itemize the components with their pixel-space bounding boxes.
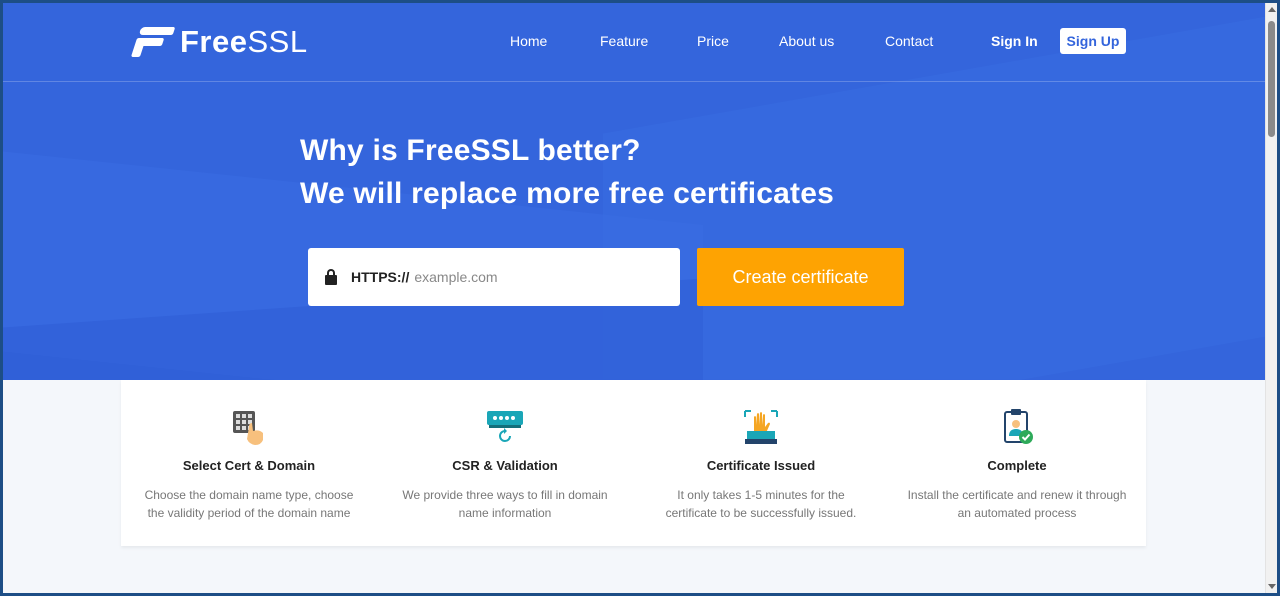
- logo-mark-icon: [130, 27, 176, 57]
- sign-in-link[interactable]: Sign In: [991, 33, 1038, 49]
- nav-item-feature[interactable]: Feature: [600, 33, 648, 49]
- hero-line-2: We will replace more free certificates: [300, 177, 834, 210]
- step-description: We provide three ways to fill in domain …: [402, 488, 608, 520]
- hero-section: FreeSSL Home Feature Price About us Cont…: [3, 3, 1265, 380]
- browser-viewport: FreeSSL Home Feature Price About us Cont…: [3, 3, 1277, 593]
- hero-headline: Why is FreeSSL better? We will replace m…: [300, 129, 834, 215]
- step-description: Install the certificate and renew it thr…: [907, 488, 1127, 520]
- nav-item-home[interactable]: Home: [510, 33, 547, 49]
- https-prefix-label: HTTPS://: [351, 269, 410, 285]
- step-description: Choose the domain name type, choose the …: [144, 488, 354, 520]
- scroll-down-arrow-icon[interactable]: [1268, 584, 1276, 589]
- clipboard-check-user-icon: [1004, 409, 1033, 444]
- top-navbar: FreeSSL Home Feature Price About us Cont…: [3, 3, 1265, 82]
- vertical-scrollbar[interactable]: [1265, 3, 1277, 593]
- domain-input[interactable]: [414, 269, 665, 285]
- create-certificate-button[interactable]: Create certificate: [697, 248, 904, 306]
- step-title: Certificate Issued: [706, 458, 816, 473]
- keypad-hand-icon: [233, 411, 263, 445]
- sign-up-button[interactable]: Sign Up: [1060, 28, 1126, 54]
- nav-item-contact[interactable]: Contact: [885, 33, 933, 49]
- nav-item-about-us[interactable]: About us: [779, 33, 834, 49]
- step-title: CSR & Validation: [452, 458, 558, 473]
- process-steps-panel: Select Cert & Domain Choose the domain n…: [121, 380, 1146, 546]
- lock-icon: [325, 269, 337, 285]
- hand-scan-icon: [744, 410, 778, 444]
- step-title: Complete: [987, 458, 1047, 473]
- scrollbar-thumb[interactable]: [1268, 21, 1275, 137]
- nav-item-price[interactable]: Price: [697, 33, 729, 49]
- step-description: It only takes 1-5 minutes for the certif…: [665, 488, 857, 520]
- hero-line-1: Why is FreeSSL better?: [300, 134, 641, 167]
- domain-input-box[interactable]: HTTPS://: [308, 248, 680, 306]
- step-title: Select Cert & Domain: [182, 458, 316, 473]
- password-refresh-icon: [487, 411, 523, 442]
- logo-text: FreeSSL: [180, 24, 308, 59]
- freessl-logo[interactable]: FreeSSL: [130, 24, 308, 59]
- scroll-up-arrow-icon[interactable]: [1268, 7, 1276, 12]
